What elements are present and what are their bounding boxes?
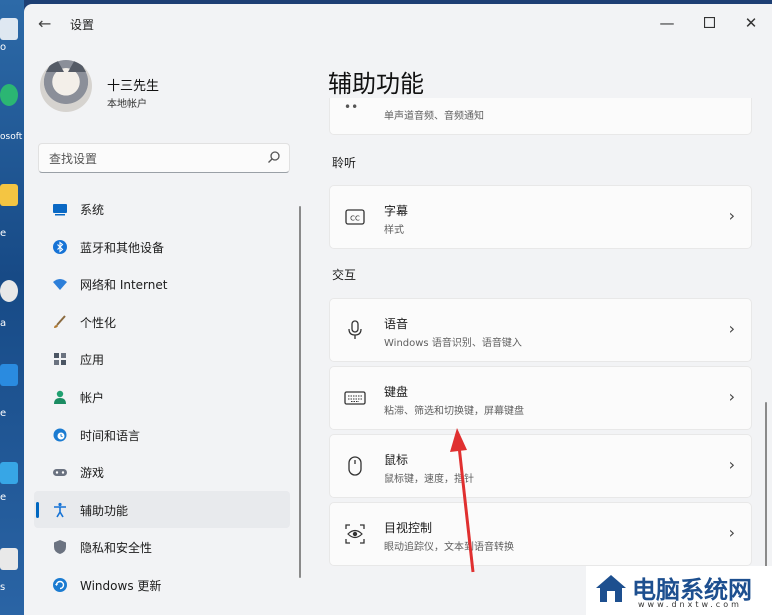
watermark-logo: 电脑系统网 www.dnxtw.com [586, 566, 772, 615]
house-logo-icon [596, 575, 626, 602]
annotation-arrow [450, 428, 475, 573]
watermark-url: www.dnxtw.com [638, 600, 742, 609]
